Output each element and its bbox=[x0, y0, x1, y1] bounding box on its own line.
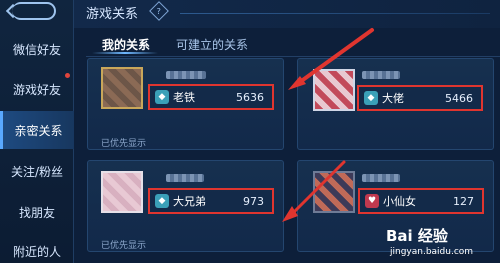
priority-status: 已优先显示 bbox=[101, 139, 147, 149]
blurred-player-name bbox=[362, 174, 400, 182]
sidebar-item-game-friends[interactable]: 游戏好友 bbox=[0, 70, 74, 108]
sidebar-item-label: 附近的人 bbox=[12, 244, 61, 259]
relation-highlight-box: ♥ 小仙女 127 bbox=[358, 188, 484, 214]
relation-label: 大兄弟 bbox=[173, 195, 206, 208]
arrow-head-icon bbox=[282, 206, 298, 222]
sidebar-item-wechat-friends[interactable]: 微信好友 bbox=[0, 30, 74, 68]
watermark: Bai 经验 jingyan.baidu.com bbox=[384, 225, 496, 261]
back-arrow-icon[interactable] bbox=[12, 2, 56, 20]
watermark-url: jingyan.baidu.com bbox=[390, 247, 474, 257]
relation-card[interactable]: ◆ 老铁 5636 已优先显示 bbox=[87, 58, 284, 150]
avatar[interactable] bbox=[101, 171, 143, 213]
tabs-divider bbox=[86, 56, 500, 57]
notification-dot bbox=[65, 73, 70, 78]
relation-card[interactable]: ◆ 大兄弟 973 已优先显示 bbox=[87, 160, 284, 252]
sidebar-item-label: 亲密关系 bbox=[14, 123, 63, 138]
blurred-player-name bbox=[166, 174, 204, 182]
sidebar-item-follow-fans[interactable]: 关注/粉丝 bbox=[0, 152, 74, 190]
sidebar-item-label: 微信好友 bbox=[12, 42, 61, 57]
relation-highlight-box: ◆ 老铁 5636 bbox=[148, 84, 274, 110]
relation-label: 小仙女 bbox=[383, 195, 416, 208]
relation-card[interactable]: ◆ 大佬 5466 bbox=[297, 58, 494, 150]
intimacy-value: 5466 bbox=[445, 91, 473, 105]
avatar[interactable] bbox=[313, 171, 355, 213]
sidebar-item-nearby[interactable]: 附近的人 bbox=[0, 232, 74, 263]
avatar[interactable] bbox=[313, 69, 355, 111]
tab-available-relations[interactable]: 可建立的关系 bbox=[176, 36, 248, 53]
relation-highlight-box: ◆ 大佬 5466 bbox=[357, 85, 483, 111]
relation-highlight-box: ◆ 大兄弟 973 bbox=[148, 188, 274, 214]
diamond-badge-icon: ◆ bbox=[364, 91, 378, 105]
page-title: 游戏关系 bbox=[86, 7, 139, 22]
sidebar-item-find-friends[interactable]: 找朋友 bbox=[0, 193, 74, 231]
blurred-player-name bbox=[166, 71, 206, 79]
sidebar-item-label: 关注/粉丝 bbox=[10, 164, 64, 179]
intimacy-value: 5636 bbox=[236, 90, 264, 104]
sidebar-item-intimate-relations[interactable]: 亲密关系 bbox=[0, 111, 74, 149]
diamond-badge-icon: ◆ bbox=[155, 90, 169, 104]
relation-label: 大佬 bbox=[382, 92, 404, 105]
priority-status: 已优先显示 bbox=[101, 241, 147, 251]
relation-label: 老铁 bbox=[173, 91, 195, 104]
intimacy-value: 973 bbox=[243, 194, 264, 208]
bunny-badge-icon: ♥ bbox=[365, 194, 379, 208]
help-symbol: ? bbox=[156, 6, 162, 16]
active-tab-indicator bbox=[92, 52, 158, 54]
sidebar-item-label: 游戏好友 bbox=[12, 82, 61, 97]
intimacy-value: 127 bbox=[453, 194, 474, 208]
header-divider bbox=[180, 13, 490, 14]
avatar[interactable] bbox=[101, 67, 143, 109]
sidebar-item-label: 找朋友 bbox=[18, 205, 55, 220]
tab-my-relations[interactable]: 我的关系 bbox=[102, 36, 150, 53]
diamond-badge-icon: ◆ bbox=[155, 194, 169, 208]
sidebar: 微信好友 游戏好友 亲密关系 关注/粉丝 找朋友 附近的人 bbox=[0, 0, 74, 263]
watermark-logo: Bai 经验 bbox=[386, 227, 448, 245]
blurred-player-name bbox=[362, 71, 400, 79]
